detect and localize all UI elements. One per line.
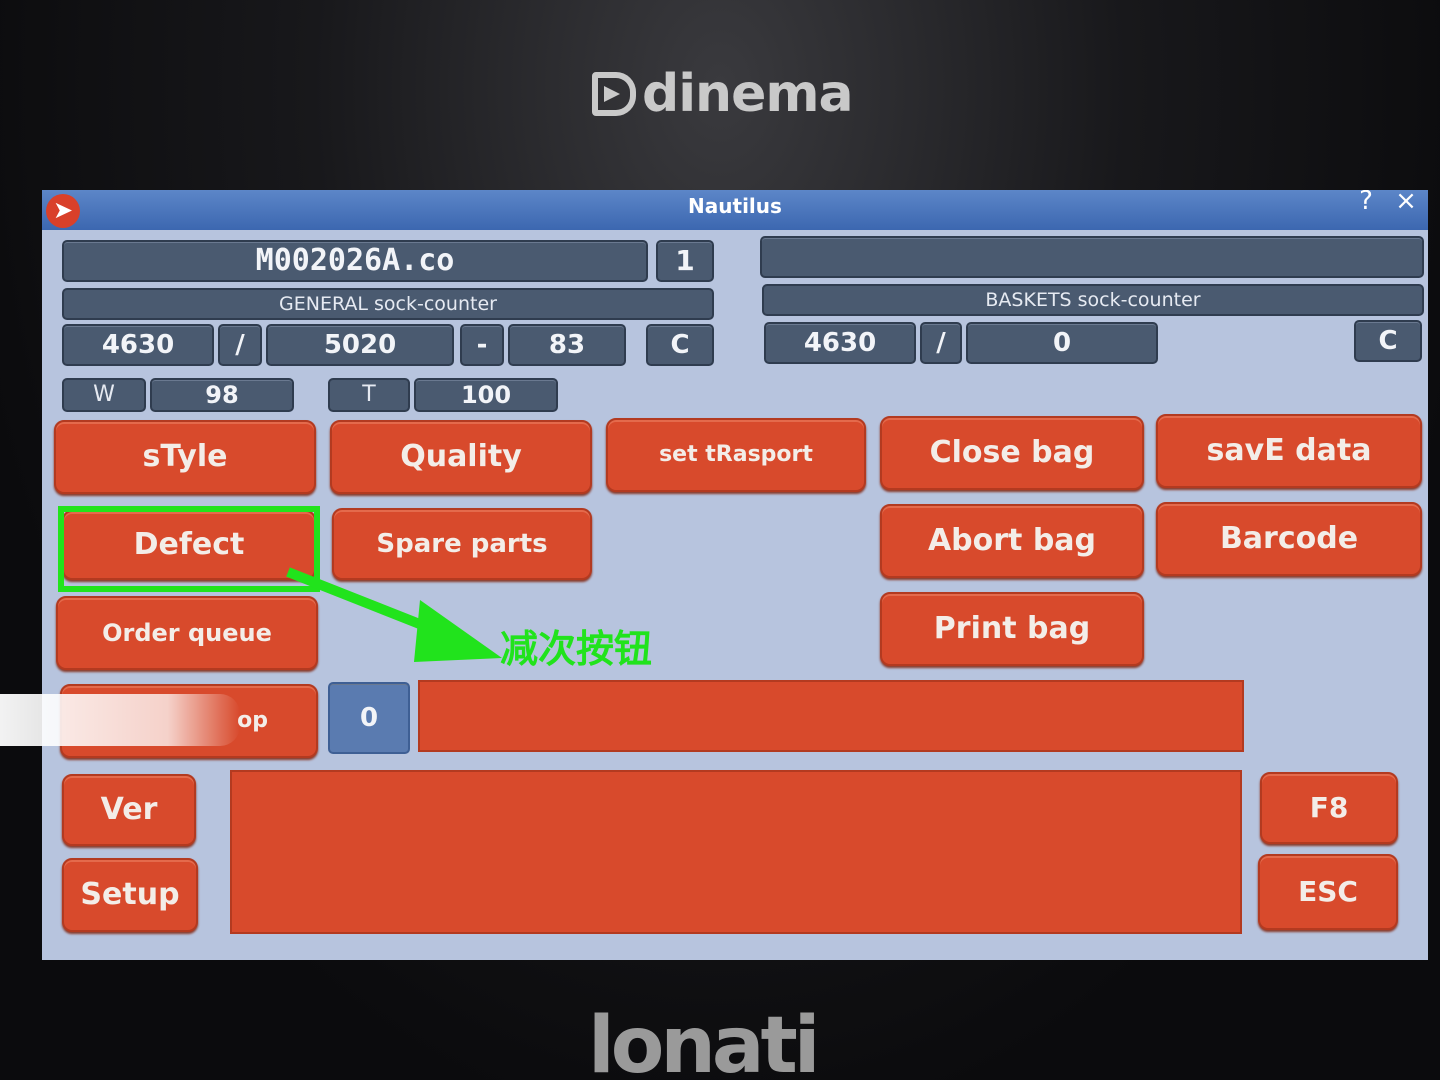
set-transport-button[interactable]: set tRasport [606,418,866,492]
program-index-field[interactable]: 1 [656,240,714,282]
dinema-brand-text: dinema [642,64,854,124]
ver-button[interactable]: Ver [62,774,196,846]
t-value: 100 [414,378,558,412]
general-separator: / [218,324,262,366]
setup-button[interactable]: Setup [62,858,198,932]
baskets-total[interactable]: 0 [966,322,1158,364]
baskets-clear-button[interactable]: C [1354,320,1422,362]
baskets-counter-label: BASKETS sock-counter [762,284,1424,316]
abort-bag-button[interactable]: Abort bag [880,504,1144,578]
general-minus: - [460,324,504,366]
close-button[interactable]: × [1390,190,1422,216]
w-value: 98 [150,378,294,412]
style-button[interactable]: sTyle [54,420,316,494]
quality-button[interactable]: Quality [330,420,592,494]
f8-button[interactable]: F8 [1260,772,1398,844]
print-bag-button[interactable]: Print bag [880,592,1144,666]
stop-count-field: 0 [328,682,410,754]
message-panel [230,770,1242,934]
window-title: Nautilus [688,194,782,218]
dinema-logo: dinema [592,64,882,124]
help-button[interactable]: ? [1350,190,1382,216]
general-total[interactable]: 5020 [266,324,454,366]
t-label: T [328,378,410,412]
baskets-separator: / [920,322,962,364]
order-queue-button[interactable]: Order queue [56,596,318,670]
save-data-button[interactable]: savE data [1156,414,1422,488]
message-bar [418,680,1244,752]
annotation-arrow-icon [286,567,502,662]
dinema-logo-icon [592,72,636,116]
general-counter-label: GENERAL sock-counter [62,288,714,320]
right-info-field [760,236,1424,278]
w-label: W [62,378,146,412]
program-file-field[interactable]: M002026A.co [62,240,648,282]
general-clear-button[interactable]: C [646,324,714,366]
screen-glare [0,694,240,746]
close-bag-button[interactable]: Close bag [880,416,1144,490]
general-count: 4630 [62,324,214,366]
baskets-count: 4630 [764,322,916,364]
general-diff: 83 [508,324,626,366]
esc-button[interactable]: ESC [1258,854,1398,930]
annotation-label: 减次按钮 [500,627,653,671]
title-bar: ➤ Nautilus ? × [42,190,1428,230]
barcode-button[interactable]: Barcode [1156,502,1422,576]
lonati-logo: lonati [588,1012,821,1080]
